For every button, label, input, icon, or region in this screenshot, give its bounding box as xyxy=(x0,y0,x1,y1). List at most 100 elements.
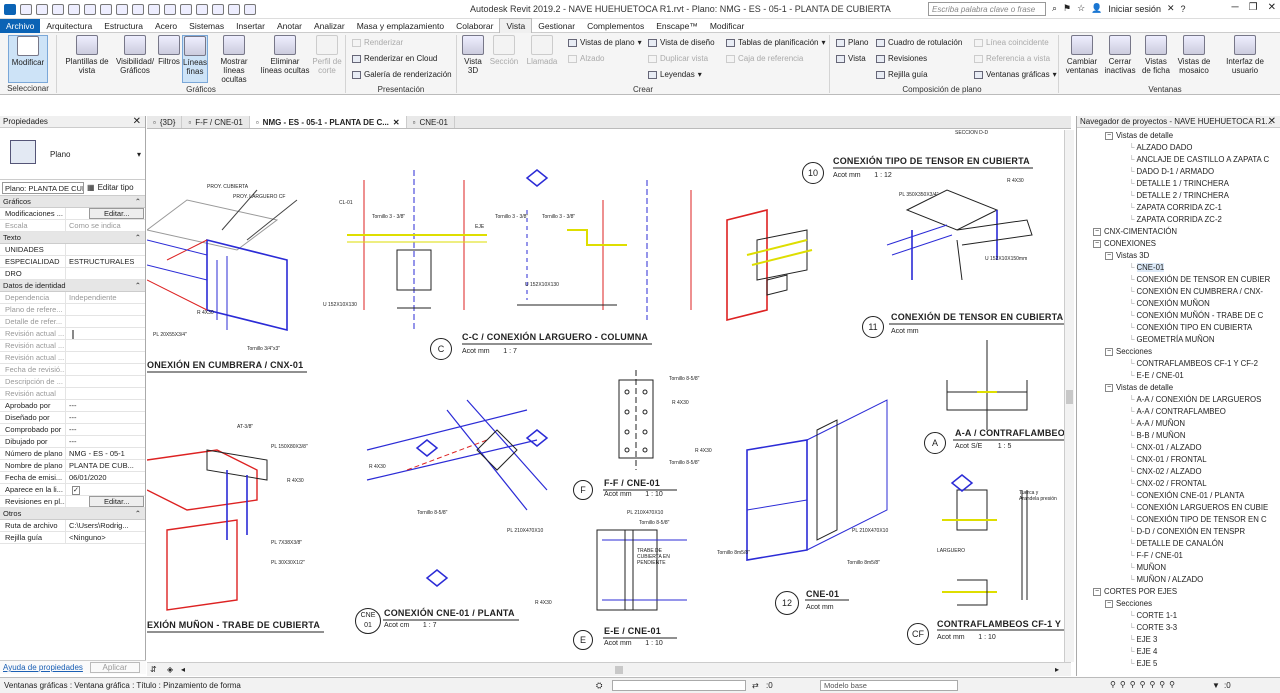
tree-node[interactable]: └ CORTE 3-3 xyxy=(1077,622,1280,634)
detail-bubble[interactable]: CF xyxy=(907,623,929,645)
guide-grid-button[interactable]: Rejilla guía xyxy=(876,70,928,79)
tree-node[interactable]: └ CNX-02 / ALZADO xyxy=(1077,466,1280,478)
scroll-thumb[interactable] xyxy=(1066,390,1073,404)
collapse-icon[interactable]: ⌃ xyxy=(135,232,141,244)
property-value[interactable] xyxy=(66,244,145,256)
thin-lines-icon[interactable] xyxy=(212,3,224,15)
help-icon[interactable]: ? xyxy=(1181,4,1186,14)
tree-node[interactable]: └ MUÑON xyxy=(1077,562,1280,574)
modify-button[interactable]: Modificar xyxy=(8,35,48,83)
title-block-button[interactable]: Cuadro de rotulación xyxy=(876,38,962,47)
scroll-left-icon[interactable]: ◂ xyxy=(181,665,185,674)
tree-node[interactable]: └ CNE-01 xyxy=(1077,262,1280,274)
tree-node[interactable]: └ ANCLAJE DE CASTILLO A ZAPATA C xyxy=(1077,154,1280,166)
drawing-canvas[interactable]: CONEXIÓN TIPO DE TENSOR EN CUBIERTA CONEX… xyxy=(147,130,1064,662)
sync-icon[interactable] xyxy=(52,3,64,15)
tree-node[interactable]: └ CONEXIÓN MUÑÓN - TRABE DE C xyxy=(1077,310,1280,322)
tree-node[interactable]: └ CONEXIÓN MUÑON xyxy=(1077,298,1280,310)
property-value[interactable]: --- xyxy=(66,412,145,424)
view-reference-button[interactable]: Referencia a vista xyxy=(974,54,1050,63)
redo-icon[interactable] xyxy=(84,3,96,15)
property-value[interactable]: --- xyxy=(66,400,145,412)
tile-views-button[interactable]: Vistas de mosaico xyxy=(1174,35,1214,75)
property-value[interactable]: <Ninguno> xyxy=(66,532,145,544)
section-icon[interactable] xyxy=(196,3,208,15)
property-value[interactable] xyxy=(66,376,145,388)
tab-views-button[interactable]: Vistas de ficha xyxy=(1140,35,1172,75)
property-value[interactable]: C:\Users\Rodrig... xyxy=(66,520,145,532)
revisions-button[interactable]: Revisiones xyxy=(876,54,927,63)
collapse-icon[interactable]: − xyxy=(1093,239,1101,248)
property-value[interactable]: NMG - ES - 05-1 xyxy=(66,448,145,460)
edit-button[interactable]: Editar... xyxy=(89,207,145,219)
workset-dropdown[interactable] xyxy=(612,680,746,691)
tab-arquitectura[interactable]: Arquitectura xyxy=(40,19,98,33)
edit-button[interactable]: Editar... xyxy=(89,495,145,507)
chevron-down-icon[interactable]: ▾ xyxy=(137,150,141,159)
collapse-icon[interactable]: − xyxy=(1105,347,1113,356)
tree-node[interactable]: └ F-F / CNE-01 xyxy=(1077,550,1280,562)
tree-node[interactable]: − Vistas de detalle xyxy=(1077,130,1280,142)
switch-windows-icon[interactable] xyxy=(244,3,256,15)
close-icon[interactable]: ✕ xyxy=(133,116,141,127)
revit-logo-icon[interactable] xyxy=(4,3,16,15)
tree-node[interactable]: − Secciones xyxy=(1077,598,1280,610)
tree-node[interactable]: └ EJE 4 xyxy=(1077,646,1280,658)
category-other[interactable]: Otros ⌃ xyxy=(0,508,145,520)
cut-profile-button[interactable]: Perfil de corte xyxy=(310,35,344,75)
tab-insertar[interactable]: Insertar xyxy=(230,19,271,33)
signin-link[interactable]: Iniciar sesión xyxy=(1108,4,1161,14)
close-inactive-button[interactable]: Cerrar inactivas xyxy=(1102,35,1138,75)
tab-gestionar[interactable]: Gestionar xyxy=(532,19,581,33)
edit-type-icon[interactable]: ▦ xyxy=(87,183,95,192)
tree-node[interactable]: − Vistas 3D xyxy=(1077,250,1280,262)
minimize-icon[interactable]: ─ xyxy=(1232,2,1239,13)
3d-view-button[interactable]: Vista 3D xyxy=(460,35,486,75)
tree-node[interactable]: └ A-A / CONEXIÓN DE LARGUEROS xyxy=(1077,394,1280,406)
property-value[interactable]: --- xyxy=(66,424,145,436)
selection-filters-icon[interactable]: ⚲⚲⚲⚲⚲⚲⚲ xyxy=(1110,680,1179,689)
view-tab[interactable]: ▫ {3D} xyxy=(147,116,183,128)
render-cloud-button[interactable]: Renderizar en Cloud xyxy=(352,54,437,63)
user-interface-button[interactable]: Interfaz de usuario xyxy=(1222,35,1268,75)
detail-bubble[interactable]: 11 xyxy=(862,316,884,338)
property-value[interactable] xyxy=(66,388,145,400)
save-icon[interactable] xyxy=(36,3,48,15)
tree-node[interactable]: └ ZAPATA CORRIDA ZC-1 xyxy=(1077,202,1280,214)
3d-view-icon[interactable] xyxy=(180,3,192,15)
tag-icon[interactable] xyxy=(148,3,160,15)
tree-node[interactable]: − CORTES POR EJES xyxy=(1077,586,1280,598)
collapse-icon[interactable]: − xyxy=(1105,131,1113,140)
tab-complementos[interactable]: Complementos xyxy=(581,19,650,33)
remove-hidden-lines-button[interactable]: Eliminar líneas ocultas xyxy=(260,35,310,75)
category-identity-data[interactable]: Datos de identidad ⌃ xyxy=(0,280,145,292)
open-icon[interactable] xyxy=(20,3,32,15)
show-hidden-lines-button[interactable]: Mostrar líneas ocultas xyxy=(210,35,258,84)
property-value[interactable] xyxy=(66,316,145,328)
property-value[interactable] xyxy=(66,328,145,340)
tree-node[interactable]: └ DETALLE 1 / TRINCHERA xyxy=(1077,178,1280,190)
collapse-icon[interactable]: − xyxy=(1093,587,1101,596)
property-value[interactable]: ESTRUCTURALES xyxy=(66,256,145,268)
tree-node[interactable]: └ B-B / MUÑON xyxy=(1077,430,1280,442)
render-gallery-button[interactable]: Galería de renderización xyxy=(352,70,452,79)
user-icon[interactable]: 👤 xyxy=(1091,3,1102,14)
tree-node[interactable]: └ CONTRAFLAMBEOS CF-1 Y CF-2 xyxy=(1077,358,1280,370)
worksets-icon[interactable]: ⛭ xyxy=(596,681,602,691)
callout-button[interactable]: Llamada xyxy=(524,35,560,66)
tree-node[interactable]: └ MUÑON / ALZADO xyxy=(1077,574,1280,586)
type-selector[interactable]: Plano ▾ xyxy=(0,128,145,180)
plan-views-button[interactable]: Vistas de plano ▾ xyxy=(568,38,642,47)
tree-node[interactable]: └ CNX-01 / ALZADO xyxy=(1077,442,1280,454)
tab-colaborar[interactable]: Colaborar xyxy=(450,19,499,33)
duplicate-view-button[interactable]: Duplicar vista xyxy=(648,54,708,63)
close-icon[interactable]: ✕ xyxy=(1268,116,1276,127)
tab-analizar[interactable]: Analizar xyxy=(308,19,351,33)
view-tab[interactable]: ▫ F-F / CNE-01 xyxy=(182,116,250,128)
view-control-icon[interactable]: ◈ xyxy=(167,665,173,674)
detail-bubble[interactable]: 10 xyxy=(802,162,824,184)
property-value[interactable]: PLANTA DE CUB... xyxy=(66,460,145,472)
collapse-icon[interactable]: ⌃ xyxy=(135,280,141,292)
tab-enscape-[interactable]: Enscape™ xyxy=(650,19,704,33)
schedules-button[interactable]: Tablas de planificación ▾ xyxy=(726,38,826,47)
